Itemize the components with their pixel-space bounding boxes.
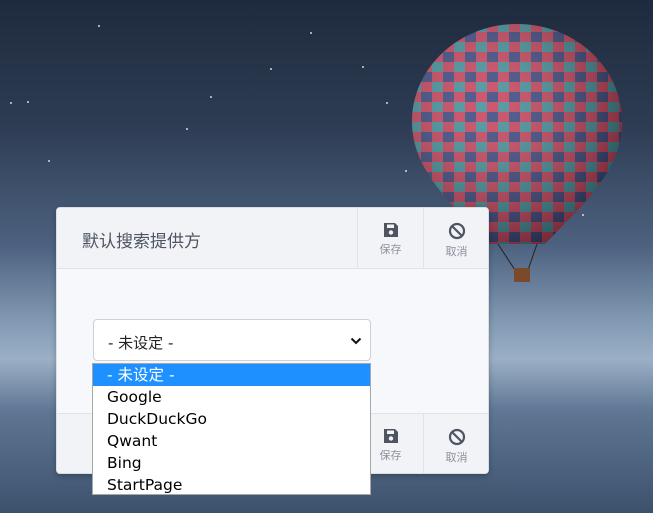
search-provider-dropdown: - 未设定 - Google DuckDuckGo Qwant Bing Sta… [92,363,371,495]
footer-cancel-button[interactable]: 取消 [423,414,488,473]
ban-icon [448,222,465,240]
option-unset[interactable]: - 未设定 - [93,364,370,386]
option-google[interactable]: Google [93,386,370,408]
option-startpage[interactable]: StartPage [93,474,370,496]
option-bing[interactable]: Bing [93,452,370,474]
footer-cancel-label: 取消 [445,451,468,464]
ban-icon [448,428,465,446]
cancel-button[interactable]: 取消 [423,208,488,268]
option-duckduckgo[interactable]: DuckDuckGo [93,408,370,430]
save-label: 保存 [379,243,402,256]
cancel-label: 取消 [445,245,468,258]
floppy-disk-icon [383,429,398,443]
option-qwant[interactable]: Qwant [93,430,370,452]
search-provider-select[interactable]: - 未设定 - [93,319,371,361]
dialog-title: 默认搜索提供方 [82,232,201,252]
chevron-down-icon [350,337,362,345]
select-value: - 未设定 - [108,334,174,352]
floppy-disk-icon [383,223,398,237]
save-button[interactable]: 保存 [357,208,423,268]
dialog-header: 默认搜索提供方 保存 取消 [57,208,488,269]
